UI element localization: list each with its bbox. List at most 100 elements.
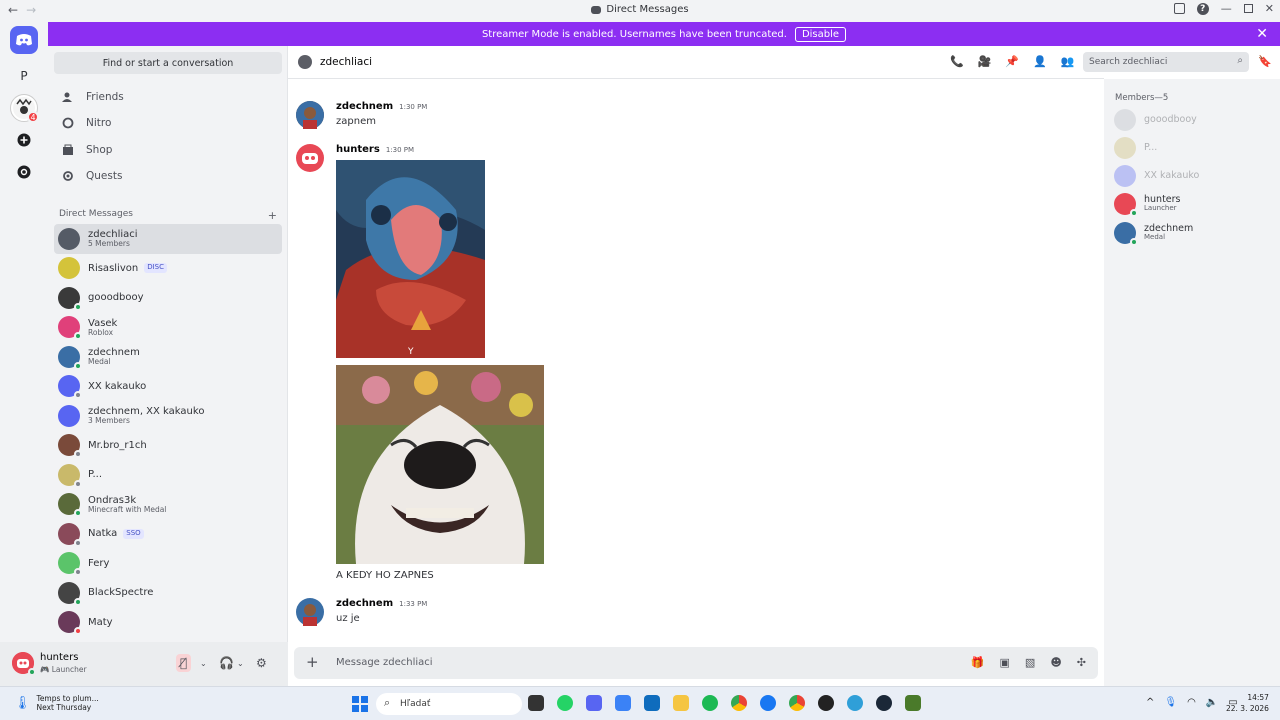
- banner-close-icon[interactable]: ✕: [1256, 26, 1268, 42]
- window-title-text: Direct Messages: [606, 4, 689, 15]
- chat-search-input[interactable]: Search zdechliaci ⌕: [1083, 52, 1249, 72]
- member-item[interactable]: gooodbooy: [1114, 109, 1197, 131]
- dm-item[interactable]: zdechliaci 5 Members: [54, 224, 282, 254]
- chrome-profile-icon[interactable]: [789, 695, 805, 711]
- explore-icon[interactable]: [10, 158, 38, 186]
- inbox-icon[interactable]: 🔖: [1258, 55, 1272, 68]
- dm-avatar: [58, 375, 82, 400]
- edge-icon[interactable]: [847, 695, 863, 711]
- sticker-icon[interactable]: ▧: [1025, 656, 1035, 669]
- dm-item[interactable]: zdechnem, XX kakauko 3 Members: [54, 401, 282, 431]
- message-list: zdechnem 1:30 PM zapnem hunters 1:30 PM …: [288, 79, 1104, 642]
- headphones-icon[interactable]: 🎧: [219, 656, 234, 670]
- nav-nitro[interactable]: Nitro: [54, 110, 282, 136]
- tray-mic-icon[interactable]: 🎙: [1164, 697, 1177, 708]
- audio-options-chevron-icon[interactable]: ⌄: [237, 659, 244, 668]
- dm-item[interactable]: Vasek Roblox: [54, 313, 282, 343]
- home-discord-icon[interactable]: [10, 26, 38, 54]
- help-icon[interactable]: ?: [1196, 2, 1209, 15]
- zdechnem-avatar[interactable]: [296, 101, 324, 129]
- nav-friends[interactable]: Friends: [54, 84, 282, 110]
- member-item[interactable]: XX kakauko: [1114, 165, 1199, 187]
- message-2-header: hunters 1:30 PM: [336, 144, 414, 155]
- nav-quests[interactable]: Quests: [54, 163, 282, 189]
- hunters-avatar[interactable]: [296, 144, 324, 172]
- member-item[interactable]: zdechnem Medal: [1114, 222, 1193, 246]
- add-server-icon[interactable]: [10, 126, 38, 154]
- steam-icon[interactable]: [876, 695, 892, 711]
- voice-call-icon[interactable]: 📞: [950, 55, 964, 68]
- smiling-dog-image[interactable]: [336, 365, 544, 564]
- mic-options-chevron-icon[interactable]: ⌄: [200, 659, 207, 668]
- start-button-icon[interactable]: [352, 696, 368, 712]
- minecraft-icon[interactable]: [905, 695, 921, 711]
- server-avatar[interactable]: 4: [10, 94, 39, 123]
- dm-item[interactable]: Fery: [54, 549, 282, 579]
- video-call-icon[interactable]: 🎥: [978, 55, 992, 68]
- message-timestamp: 1:30 PM: [385, 146, 415, 154]
- weather-widget[interactable]: 🌡 Temps to plum... Next Thursday: [14, 694, 99, 712]
- member-item[interactable]: P...: [1114, 137, 1157, 159]
- maximize-icon[interactable]: [1243, 4, 1253, 13]
- dm-avatar: [58, 522, 82, 547]
- dm-item[interactable]: Maty: [54, 608, 282, 638]
- tray-chevron-icon[interactable]: ^: [1146, 697, 1154, 708]
- app-blue-icon[interactable]: [615, 695, 631, 711]
- dm-item[interactable]: Mr.bro_r1ch: [54, 431, 282, 461]
- nav-friends-label: Friends: [86, 91, 124, 103]
- add-friends-to-dm-icon[interactable]: 👤: [1033, 55, 1047, 68]
- dm-item[interactable]: Risaslivon DISC: [54, 254, 282, 284]
- dm-item[interactable]: P...: [54, 460, 282, 490]
- disable-streamer-button[interactable]: Disable: [794, 26, 847, 42]
- message-author[interactable]: zdechnem: [336, 101, 393, 112]
- emoji-icon[interactable]: ☻: [1050, 656, 1061, 669]
- task-view-icon[interactable]: [528, 695, 544, 711]
- dm-item[interactable]: Ondras3k Minecraft with Medal: [54, 490, 282, 520]
- dm-item[interactable]: Natka SSO: [54, 519, 282, 549]
- minimize-icon[interactable]: —: [1221, 2, 1232, 15]
- message-timestamp: 1:30 PM: [399, 103, 428, 111]
- nav-shop[interactable]: Shop: [54, 137, 282, 163]
- whatsapp-icon[interactable]: [557, 695, 573, 711]
- chrome-icon[interactable]: [731, 695, 747, 711]
- inbox-window-icon[interactable]: [1173, 3, 1185, 14]
- find-conversation-button[interactable]: Find or start a conversation: [54, 52, 282, 74]
- member-list-toggle-icon[interactable]: 👥: [1061, 55, 1075, 68]
- discord-taskbar-icon[interactable]: [586, 695, 602, 711]
- dm-name: Risaslivon: [88, 262, 139, 274]
- settings-gear-icon[interactable]: ⚙: [256, 656, 267, 670]
- taskbar-search-input[interactable]: ⌕ Hľadať: [376, 693, 522, 715]
- apps-icon[interactable]: ✣: [1077, 656, 1086, 669]
- stitch-image[interactable]: Y: [336, 160, 485, 358]
- dm-item[interactable]: zdechnem Medal: [54, 342, 282, 372]
- message-composer[interactable]: + Message zdechliaci 🎁 ▣ ▧ ☻ ✣: [294, 647, 1098, 679]
- dm-header-label: Direct Messages: [59, 209, 133, 219]
- volume-icon[interactable]: 🔈: [1206, 697, 1218, 708]
- gif-icon[interactable]: ▣: [1000, 656, 1010, 669]
- taskbar-clock[interactable]: 14:57 22. 3. 2026: [1226, 693, 1269, 714]
- dm-status-dot: [74, 332, 82, 341]
- attach-plus-icon[interactable]: +: [306, 653, 319, 671]
- message-author[interactable]: zdechnem: [336, 598, 393, 609]
- message-author[interactable]: hunters: [336, 144, 380, 155]
- gift-icon[interactable]: 🎁: [971, 656, 985, 669]
- mute-mic-icon[interactable]: 🎙̸: [176, 654, 192, 672]
- server-p[interactable]: P: [10, 62, 38, 90]
- dm-item[interactable]: BlackSpectre: [54, 578, 282, 608]
- dm-item[interactable]: gooodbooy: [54, 283, 282, 313]
- file-explorer-icon[interactable]: [673, 695, 689, 711]
- wifi-icon[interactable]: ◠: [1187, 697, 1196, 708]
- close-window-icon[interactable]: ✕: [1265, 2, 1274, 15]
- server-p-letter: P: [20, 69, 28, 83]
- spotify-icon[interactable]: [702, 695, 718, 711]
- pinned-messages-icon[interactable]: 📌: [1005, 55, 1019, 68]
- dm-item[interactable]: XX kakauko: [54, 372, 282, 402]
- facebook-icon[interactable]: [760, 695, 776, 711]
- dm-status-dot: [74, 302, 82, 311]
- app-dark-icon[interactable]: [818, 695, 834, 711]
- user-avatar[interactable]: [12, 652, 36, 676]
- store-icon[interactable]: [644, 695, 660, 711]
- create-dm-plus-icon[interactable]: +: [268, 209, 277, 222]
- zdechnem-avatar[interactable]: [296, 598, 324, 626]
- member-item[interactable]: hunters Launcher: [1114, 193, 1181, 217]
